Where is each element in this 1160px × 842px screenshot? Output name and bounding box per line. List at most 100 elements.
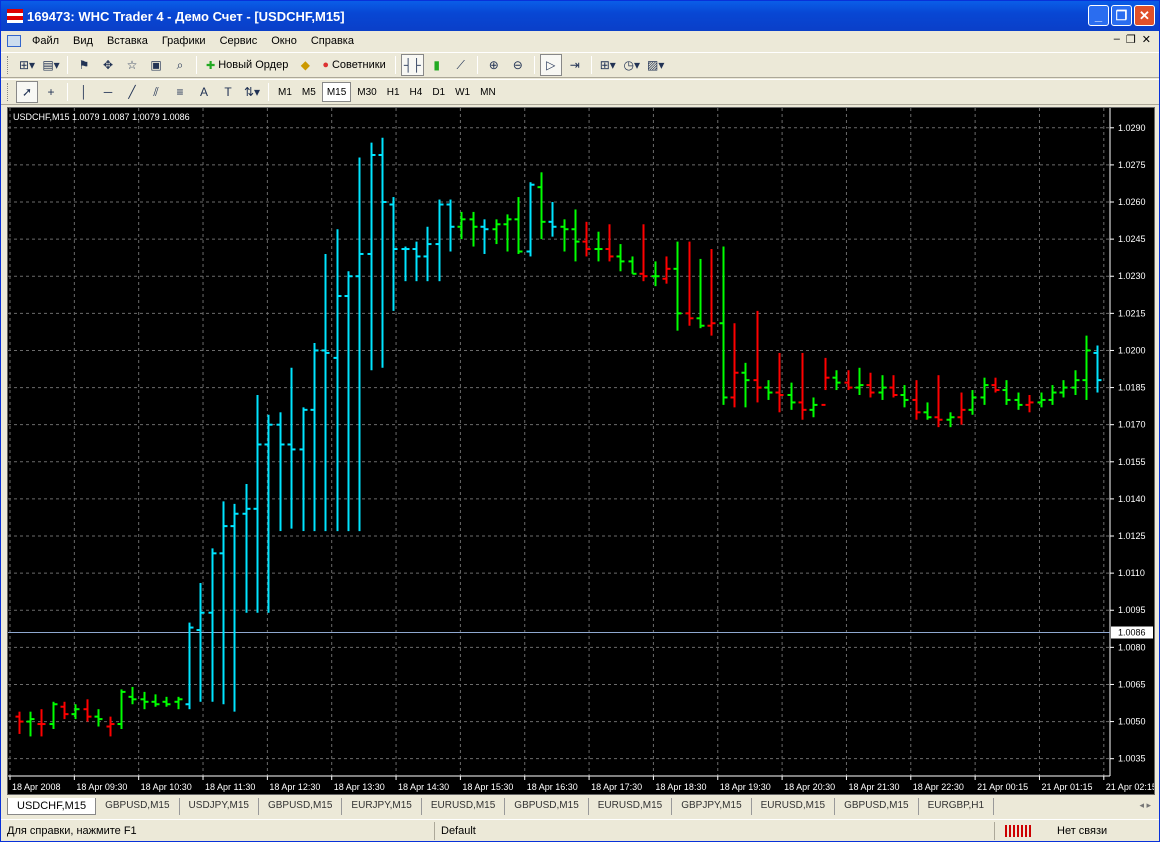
menu-charts[interactable]: Графики [155, 35, 213, 47]
y-tick-label: 1.0035 [1118, 754, 1146, 764]
ohlc-bar [560, 219, 569, 252]
ohlc-bar [582, 221, 591, 257]
ohlc-bar [151, 694, 160, 707]
ohlc-bar [787, 382, 796, 410]
timeframe-m30[interactable]: M30 [353, 82, 380, 102]
timeframe-m5[interactable]: M5 [298, 82, 320, 102]
terminal-icon[interactable]: ▣ [145, 54, 167, 76]
status-profile: Default [435, 821, 995, 840]
separator [268, 83, 269, 101]
x-tick-label: 18 Apr 10:30 [141, 782, 192, 792]
ohlc-bar [457, 211, 466, 240]
data-window-icon[interactable]: ✥ [97, 54, 119, 76]
timeframe-d1[interactable]: D1 [428, 82, 449, 102]
new-order-icon: ✚ [206, 59, 216, 72]
title-bar: 169473: WHC Trader 4 - Демо Счет - [USDC… [1, 1, 1159, 31]
ohlc-bar [299, 407, 308, 532]
x-tick-label: 18 Apr 11:30 [205, 782, 255, 792]
ohlc-bar [696, 258, 705, 329]
separator [196, 56, 197, 74]
trendline-icon[interactable]: ╱ [121, 81, 143, 103]
chart-window[interactable]: 1.0290 1.0275 1.0260 1.0245 1.0230 1.0215 1.02… [7, 107, 1155, 795]
y-tick-label: 1.0140 [1118, 494, 1146, 504]
cursor-icon[interactable]: ➚ [16, 81, 38, 103]
chart-tab[interactable]: EURUSD,M15 [422, 798, 506, 815]
price-chart[interactable]: 1.0290 1.0275 1.0260 1.0245 1.0230 1.0215 1.02… [8, 108, 1154, 794]
crosshair-icon[interactable]: + [40, 81, 62, 103]
auto-scroll-icon[interactable]: ▷ [539, 54, 562, 76]
menu-insert[interactable]: Вставка [100, 35, 155, 47]
minimize-button[interactable]: _ [1088, 5, 1109, 26]
mdi-close-button[interactable]: ✕ [1142, 33, 1151, 46]
y-tick-label: 1.0080 [1118, 642, 1146, 652]
chart-tab[interactable]: GBPUSD,M15 [505, 798, 589, 815]
chart-tab[interactable]: EURJPY,M15 [342, 798, 422, 815]
zoom-out-icon[interactable]: ⊖ [507, 54, 529, 76]
close-button[interactable]: ✕ [1134, 5, 1155, 26]
templates-icon[interactable]: ▨▾ [645, 54, 667, 76]
text-label-icon[interactable]: T [217, 81, 239, 103]
y-tick-label: 1.0245 [1118, 234, 1146, 244]
menu-window[interactable]: Окно [264, 35, 304, 47]
chart-tab[interactable]: EURUSD,M15 [589, 798, 673, 815]
mdi-restore-button[interactable]: ❐ [1126, 33, 1136, 46]
chart-tab[interactable]: GBPJPY,M15 [672, 798, 752, 815]
timeframe-h4[interactable]: H4 [406, 82, 427, 102]
ohlc-bar [855, 367, 864, 395]
experts-label: Советники [331, 59, 386, 71]
ohlc-bar [253, 394, 262, 613]
ohlc-bar [26, 711, 35, 737]
chart-tab[interactable]: USDJPY,M15 [180, 798, 259, 815]
ohlc-bar [435, 199, 444, 282]
timeframe-h1[interactable]: H1 [383, 82, 404, 102]
menu-view[interactable]: Вид [66, 35, 100, 47]
maximize-button[interactable]: ❐ [1111, 5, 1132, 26]
ohlc-bar [526, 182, 535, 257]
bar-chart-icon[interactable]: ┤├ [400, 54, 424, 76]
menu-help[interactable]: Справка [304, 35, 361, 47]
text-icon[interactable]: A [193, 81, 215, 103]
ohlc-bar [991, 377, 1000, 393]
strategy-tester-icon[interactable]: ⌕ [169, 54, 191, 76]
zoom-in-icon[interactable]: ⊕ [483, 54, 505, 76]
ohlc-bar [15, 711, 24, 734]
indicators-icon[interactable]: ⊞▾ [597, 54, 619, 76]
ohlc-bar [832, 370, 841, 391]
periods-icon[interactable]: ◷▾ [621, 54, 643, 76]
profiles-icon[interactable]: ▤▾ [40, 54, 62, 76]
market-watch-icon[interactable]: ⚑ [73, 54, 95, 76]
current-price-label: 1.0086 [1118, 628, 1146, 638]
timeframe-m1[interactable]: M1 [274, 82, 296, 102]
chart-shift-icon[interactable]: ⇥ [564, 54, 586, 76]
chart-tab[interactable]: EURUSD,M15 [752, 798, 836, 815]
navigator-icon[interactable]: ☆ [121, 54, 143, 76]
arrows-icon[interactable]: ⇅▾ [241, 81, 263, 103]
timeframe-m15[interactable]: M15 [321, 82, 352, 102]
timeframe-mn[interactable]: MN [476, 82, 500, 102]
ohlc-bar [480, 219, 489, 254]
vertical-line-icon[interactable]: │ [73, 81, 95, 103]
chart-tab[interactable]: GBPUSD,M15 [835, 798, 919, 815]
chart-window-icon [7, 35, 21, 47]
timeframe-w1[interactable]: W1 [451, 82, 474, 102]
menu-tools[interactable]: Сервис [213, 35, 265, 47]
candlestick-icon[interactable]: ▮ [426, 54, 448, 76]
chart-tab[interactable]: USDCHF,M15 [7, 798, 97, 815]
chart-tab[interactable]: EURGBP,H1 [919, 798, 995, 815]
metaeditor-icon[interactable]: ◆ [294, 54, 316, 76]
new-chart-icon[interactable]: ⊞▾ [16, 54, 38, 76]
horizontal-line-icon[interactable]: ─ [97, 81, 119, 103]
chart-tab[interactable]: GBPUSD,M15 [259, 798, 343, 815]
tab-scroll-arrows[interactable]: ◂ ▸ [1139, 800, 1151, 811]
chart-tab[interactable]: GBPUSD,M15 [96, 798, 180, 815]
menu-file[interactable]: Файл [25, 35, 66, 47]
new-order-button[interactable]: ✚ Новый Ордер [202, 54, 292, 76]
equidistant-channel-icon[interactable]: ⫽ [145, 81, 167, 103]
line-chart-icon[interactable]: ⟋ [450, 54, 472, 76]
ohlc-bar [208, 548, 217, 702]
ohlc-bar [117, 689, 126, 729]
experts-button[interactable]: ● Советники [318, 54, 389, 76]
fibonacci-icon[interactable]: ≡ [169, 81, 191, 103]
mdi-minimize-button[interactable]: – [1114, 33, 1120, 46]
ohlc-bar [219, 501, 228, 705]
